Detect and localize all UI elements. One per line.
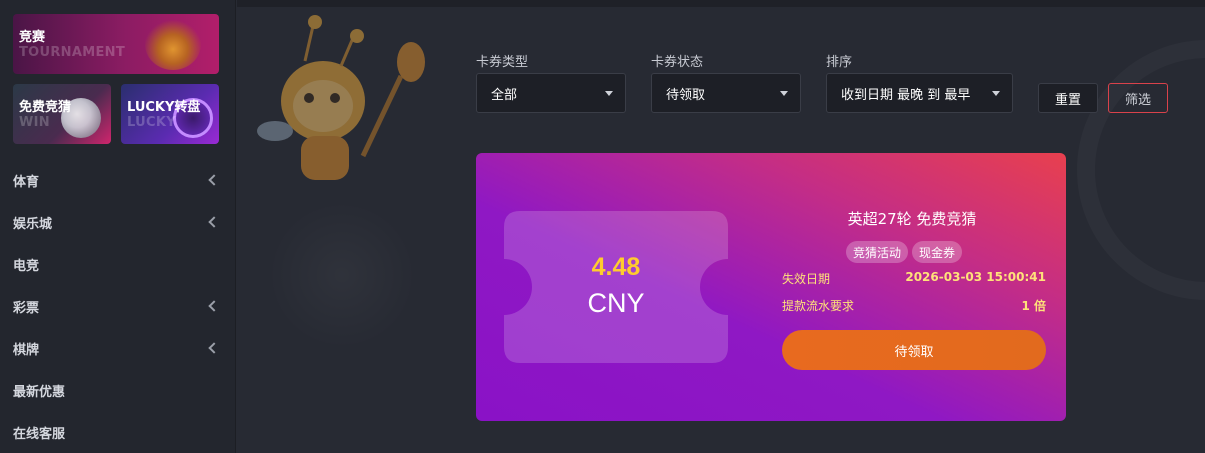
coupon-tag: 竞猜活动 — [846, 241, 909, 263]
background-decoration — [267, 200, 417, 350]
sidebar-nav: 体育 娱乐城 电竞 彩票 棋牌 最新优惠 在线客服 — [0, 159, 236, 453]
select-value: 收到日期 最晚 到 最早 — [841, 87, 971, 103]
promo-title: 竞赛 — [19, 30, 46, 45]
coupon-currency: CNY — [587, 288, 645, 318]
sidebar: 竞赛 TOURNAMENT 免费竞猜 WIN LUCKY转盘 LUCKY 体育 … — [0, 0, 236, 453]
filter-button[interactable]: 筛选 — [1108, 83, 1168, 113]
main-content: 卡券类型 全部 卡券状态 待领取 排序 收到日期 最晚 到 最早 重置 筛选 4… — [237, 0, 1205, 453]
promo-free-guess-banner[interactable]: 免费竞猜 WIN — [13, 84, 111, 144]
sidebar-item-sports[interactable]: 体育 — [0, 159, 236, 201]
sidebar-item-label: 娱乐城 — [13, 216, 53, 232]
expiry-label: 失效日期 — [782, 272, 831, 286]
rocket-coins-icon — [145, 18, 201, 70]
promo-subtitle: TOURNAMENT — [19, 45, 125, 60]
promo-title: LUCKY转盘 — [127, 100, 201, 115]
sidebar-item-support[interactable]: 在线客服 — [0, 411, 236, 453]
turnover-value: 1 倍 — [1021, 299, 1046, 313]
caret-down-icon — [780, 91, 788, 96]
coupon-amount: 4.48 — [591, 253, 641, 281]
sidebar-item-label: 彩票 — [13, 300, 40, 316]
sidebar-item-label: 体育 — [13, 174, 40, 190]
ticket-shape — [504, 211, 728, 363]
select-value: 待领取 — [666, 87, 706, 103]
coupon-tags: 竞猜活动 现金券 — [846, 241, 963, 263]
sidebar-item-lottery[interactable]: 彩票 — [0, 285, 236, 327]
sidebar-item-label: 在线客服 — [13, 426, 66, 442]
claim-button[interactable]: 待领取 — [782, 330, 1046, 370]
coupon-title: 英超27轮 免费竞猜 — [847, 210, 977, 228]
coupon-tag: 现金券 — [912, 241, 963, 263]
promo-subtitle: LUCKY — [127, 115, 176, 130]
sidebar-item-esports[interactable]: 电竞 — [0, 243, 236, 285]
select-value: 全部 — [491, 87, 518, 103]
promo-title: 免费竞猜 — [19, 100, 72, 115]
sidebar-item-casino[interactable]: 娱乐城 — [0, 201, 236, 243]
coupon-type-select[interactable]: 全部 — [476, 73, 626, 113]
sidebar-item-label: 电竞 — [13, 258, 40, 274]
turnover-label: 提款流水要求 — [782, 299, 855, 313]
promo-tournament-banner[interactable]: 竞赛 TOURNAMENT — [13, 14, 219, 74]
reset-button[interactable]: 重置 — [1038, 83, 1098, 113]
background-decoration — [1077, 40, 1205, 300]
coupon-status-label: 卡券状态 — [651, 55, 704, 70]
sidebar-item-cards[interactable]: 棋牌 — [0, 327, 236, 369]
chevron-left-icon — [208, 342, 220, 354]
chevron-left-icon — [208, 300, 220, 312]
chevron-left-icon — [208, 216, 220, 228]
sort-label: 排序 — [826, 55, 853, 70]
coupon-type-label: 卡券类型 — [476, 55, 529, 70]
promo-subtitle: WIN — [19, 115, 50, 130]
sort-select[interactable]: 收到日期 最晚 到 最早 — [826, 73, 1013, 113]
chevron-left-icon — [208, 174, 220, 186]
caret-down-icon — [605, 91, 613, 96]
bee-mascot-icon — [257, 15, 425, 180]
promo-lucky-wheel-banner[interactable]: LUCKY转盘 LUCKY — [121, 84, 219, 144]
sidebar-item-label: 最新优惠 — [13, 384, 66, 400]
coupon-status-select[interactable]: 待领取 — [651, 73, 801, 113]
coupon-card: 4.48 CNY 英超27轮 免费竞猜 竞猜活动 现金券 失效日期 2026-0… — [476, 153, 1066, 421]
caret-down-icon — [992, 91, 1000, 96]
sidebar-item-promotions[interactable]: 最新优惠 — [0, 369, 236, 411]
expiry-value: 2026-03-03 15:00:41 — [905, 270, 1046, 284]
sidebar-item-label: 棋牌 — [13, 342, 40, 358]
